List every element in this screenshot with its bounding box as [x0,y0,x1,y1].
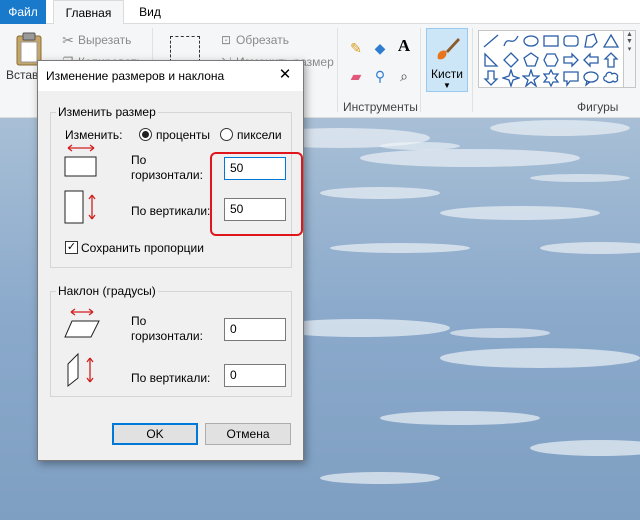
brushes-button[interactable]: Кисти ▼ [426,28,468,92]
resize-horizontal-label-line1: По [131,153,147,167]
cancel-button[interactable]: Отмена [205,423,291,445]
pentagon-shape-icon[interactable] [522,51,540,69]
six-point-star-shape-icon[interactable] [542,69,560,87]
ribbon-tabs: Файл Главная Вид [0,0,640,25]
close-icon[interactable]: ✕ [275,65,295,85]
four-point-star-shape-icon[interactable] [502,69,520,87]
resize-group-title: Изменить размер [56,105,158,119]
skew-horizontal-label-line2: горизонтали: [131,329,203,343]
fill-icon[interactable]: ◆ [372,40,388,56]
highlight-annotation [210,152,303,236]
scissors-icon: ✂ [62,32,74,48]
hexagon-shape-icon[interactable] [542,51,560,69]
tools-caption: Инструменты [343,100,418,114]
horizontal-resize-icon [64,144,97,177]
group-separator [472,28,473,112]
oval-shape-icon[interactable] [522,32,540,50]
rectangle-shape-icon[interactable] [542,32,560,50]
pencil-icon[interactable]: ✎ [348,40,364,56]
diamond-shape-icon[interactable] [502,51,520,69]
cut-button[interactable]: Вырезать [78,33,131,47]
text-tool-icon[interactable]: A [396,37,412,54]
skew-vertical-input[interactable]: 0 [224,364,286,387]
dialog-title: Изменение размеров и наклона [46,69,225,83]
oval-callout-shape-icon[interactable] [582,69,600,87]
tab-view[interactable]: Вид [128,0,172,24]
curve-shape-icon[interactable] [502,32,520,50]
rounded-rectangle-shape-icon[interactable] [562,32,580,50]
crop-icon: ⊡ [220,33,232,47]
resize-vertical-label: По вертикали: [131,204,211,218]
keep-ratio-label[interactable]: Сохранить пропорции [81,241,204,255]
left-arrow-shape-icon[interactable] [582,51,600,69]
pixels-radio[interactable] [220,128,233,141]
rectangle-callout-shape-icon[interactable] [562,69,580,87]
color-picker-icon[interactable]: ⚲ [372,68,388,84]
pixels-radio-label[interactable]: пиксели [237,128,282,142]
right-triangle-shape-icon[interactable] [482,51,500,69]
right-arrow-shape-icon[interactable] [562,51,580,69]
tab-home[interactable]: Главная [53,0,124,25]
magnifier-icon[interactable]: ⌕ [396,68,412,84]
resize-by-label: Изменить: [65,128,123,142]
resize-horizontal-label-line2: горизонтали: [131,168,203,182]
percent-radio[interactable] [139,128,152,141]
line-shape-icon[interactable] [482,32,500,50]
resize-skew-dialog: Изменение размеров и наклона ✕ Изменить … [37,60,304,461]
skew-group-title: Наклон (градусы) [56,284,158,298]
down-arrow-shape-icon[interactable] [482,69,500,87]
dialog-titlebar[interactable]: Изменение размеров и наклона ✕ [38,61,303,91]
up-arrow-shape-icon[interactable] [602,51,620,69]
shapes-caption: Фигуры [577,100,619,114]
ok-button[interactable]: OK [112,423,198,445]
skew-vertical-label: По вертикали: [131,371,211,385]
group-separator [337,28,338,112]
eraser-icon[interactable]: ▰ [348,68,364,84]
skew-horizontal-label-line1: По [131,314,147,328]
select-icon[interactable] [170,36,200,62]
tab-file[interactable]: Файл [0,0,46,24]
vertical-resize-icon [64,190,96,224]
triangle-shape-icon[interactable] [602,32,620,50]
shapes-gallery[interactable] [478,30,624,88]
keep-ratio-checkbox[interactable]: ✓ [65,241,78,254]
cloud-callout-shape-icon[interactable] [602,69,620,87]
five-point-star-shape-icon[interactable] [522,69,540,87]
crop-button[interactable]: Обрезать [236,33,289,47]
horizontal-skew-icon [64,308,100,338]
group-separator [420,28,421,112]
chevron-down-icon: ▼ [443,81,451,90]
vertical-skew-icon [67,352,94,388]
brushes-label: Кисти [431,67,463,81]
brush-icon [437,38,460,60]
paste-button-label[interactable]: Встав [6,68,38,82]
percent-radio-label[interactable]: проценты [156,128,210,142]
skew-horizontal-input[interactable]: 0 [224,318,286,341]
shapes-scrollbar[interactable]: ▲ ▼ ▾ [624,30,636,88]
polygon-shape-icon[interactable] [582,32,600,50]
